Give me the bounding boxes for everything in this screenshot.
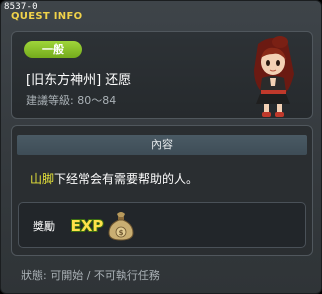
recommended-level: 建議等級: 80～84 bbox=[26, 94, 117, 107]
svg-text:EXP: EXP bbox=[71, 217, 104, 235]
reward-box: 獎勵 EXP $ bbox=[18, 202, 306, 248]
npc-portrait bbox=[254, 36, 294, 117]
quest-category-badge: 一般 bbox=[24, 41, 82, 58]
title-bar[interactable]: 8537-0 QUEST INFO bbox=[1, 1, 321, 25]
svg-text:$: $ bbox=[119, 229, 124, 237]
quest-name: [旧东方神州] 还愿 bbox=[26, 73, 132, 88]
quest-description: 山脚下经常会有需要帮助的人。 bbox=[30, 170, 198, 187]
location-highlight[interactable]: 山脚 bbox=[30, 172, 54, 186]
money-bag-icon[interactable]: $ bbox=[105, 208, 137, 242]
description-text: 下经常会有需要帮助的人。 bbox=[54, 172, 199, 186]
quest-info-window: 8537-0 QUEST INFO 一般 [旧东方神州] 还愿 建議等級: 80… bbox=[0, 0, 322, 294]
reward-label: 獎勵 bbox=[33, 220, 55, 233]
quest-status: 狀態: 可開始 / 不可執行任務 bbox=[21, 269, 160, 282]
content-header: 內容 bbox=[17, 135, 307, 155]
exp-icon[interactable]: EXP bbox=[70, 214, 104, 236]
window-title: QUEST INFO bbox=[11, 11, 83, 22]
quest-content-panel: 內容 山脚下经常会有需要帮助的人。 獎勵 EXP $ bbox=[11, 125, 313, 256]
quest-summary-panel: 一般 [旧东方神州] 还愿 建議等級: 80～84 bbox=[11, 31, 313, 119]
